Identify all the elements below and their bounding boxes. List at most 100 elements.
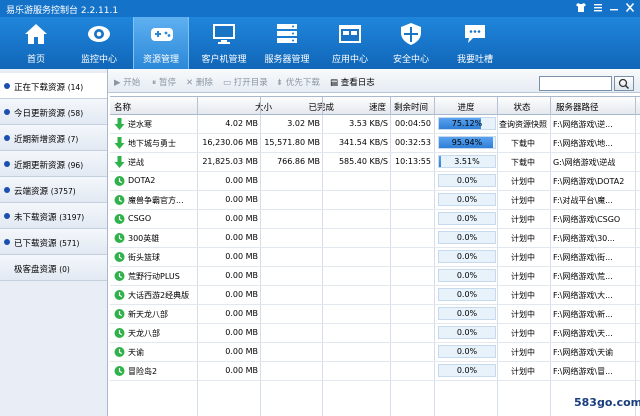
col-header-speed[interactable]: 速度	[338, 101, 386, 113]
home-icon	[25, 24, 47, 44]
progress-bar: 0.0%	[438, 250, 496, 263]
nav-client[interactable]: 客户机管理	[196, 17, 252, 69]
sidebar-item-geek-disk[interactable]: 极客盘资源 (0)	[0, 255, 107, 281]
cell-size: 0.00 MB	[225, 366, 258, 375]
cell-done: 766.86 MB	[277, 157, 320, 166]
table-row[interactable]: 魔兽争霸官方... 0.00 MB 0.0% 计划中 F:\对战平台\魔...	[110, 191, 640, 210]
cell-remaining: 00:32:53	[395, 138, 431, 147]
chat-bubble-icon	[465, 25, 485, 43]
cell-name: 新天龙八部	[128, 310, 168, 319]
table-row[interactable]: 逆水寒 4.02 MB 3.02 MB 3.53 KB/S 00:04:50 75.12%…	[110, 115, 640, 134]
col-header-size[interactable]: 大小	[220, 101, 272, 113]
cell-name: 冒险岛2	[128, 367, 158, 376]
cell-path: F:\网络游戏\30...	[553, 234, 615, 243]
table-row[interactable]: CSGO 0.00 MB 0.0% 计划中 F:\网络游戏\CSGO	[110, 210, 640, 229]
nav-app[interactable]: 应用中心	[322, 17, 378, 69]
cell-size: 0.00 MB	[225, 309, 258, 318]
col-header-name[interactable]: 名称	[114, 101, 131, 113]
cell-path: F:\网络游戏\冒...	[553, 367, 613, 376]
cell-status: 计划中	[511, 215, 535, 224]
cell-speed: 341.54 KB/S	[338, 138, 388, 147]
cell-status: 计划中	[511, 196, 535, 205]
nav-app-label: 应用中心	[331, 55, 368, 65]
nav-server[interactable]: 服务器管理	[259, 17, 315, 69]
sidebar-item-not-downloaded[interactable]: 未下载资源 (3197)	[0, 203, 107, 229]
clock-icon	[114, 347, 125, 357]
cell-name: CSGO	[128, 214, 152, 223]
col-header-progress[interactable]: 进度	[437, 101, 495, 113]
progress-text: 0.0%	[456, 252, 478, 261]
priority-download-button[interactable]: ⇟ 优先下载	[276, 76, 320, 88]
download-table: 名称 大小 已完成 速度 剩余时间 进度 状态 服务器路径 逆水寒 4.02 MB…	[110, 96, 640, 416]
cell-status: 计划中	[511, 234, 535, 243]
progress-text: 0.0%	[456, 290, 478, 299]
cell-size: 0.00 MB	[225, 328, 258, 337]
table-row[interactable]: 荒野行动PLUS 0.00 MB 0.0% 计划中 F:\网络游戏\荒...	[110, 267, 640, 286]
cell-name: 地下城与勇士	[128, 139, 176, 148]
table-row[interactable]: 冒险岛2 0.00 MB 0.0% 计划中 F:\网络游戏\冒...	[110, 362, 640, 381]
search-input[interactable]	[539, 76, 612, 91]
progress-bar: 0.0%	[438, 364, 496, 377]
cell-size: 0.00 MB	[225, 176, 258, 185]
cell-path: F:\网络游戏\天...	[553, 329, 613, 338]
sidebar-item-recent-added[interactable]: 近期新增资源 (7)	[0, 125, 107, 151]
sidebar-item-today-updated[interactable]: 今日更新资源 (58)	[0, 99, 107, 125]
nav-security[interactable]: 安全中心	[383, 17, 439, 69]
top-navigation: 首页 监控中心 资源管理 客户机管理 服务器管理 应用中心 安全中心 我要吐槽	[0, 17, 640, 69]
app-window-icon	[339, 25, 361, 43]
cell-name: 天谕	[128, 348, 144, 357]
nav-resource[interactable]: 资源管理	[133, 17, 189, 69]
nav-home-label: 首页	[26, 55, 45, 65]
sidebar-item-downloaded[interactable]: 已下载资源 (571)	[0, 229, 107, 255]
open-dir-button[interactable]: ▭ 打开目录	[223, 76, 268, 88]
progress-text: 0.0%	[456, 271, 478, 280]
table-row[interactable]: 天谕 0.00 MB 0.0% 计划中 F:\网络游戏\天谕	[110, 343, 640, 362]
progress-text: 75.12%	[451, 119, 483, 128]
col-header-done[interactable]: 已完成	[280, 101, 334, 113]
table-row[interactable]: 新天龙八部 0.00 MB 0.0% 计划中 F:\网络游戏\新...	[110, 305, 640, 324]
nav-monitor[interactable]: 监控中心	[71, 17, 127, 69]
cell-size: 0.00 MB	[225, 195, 258, 204]
sidebar-item-label: 近期新增资源 (7)	[14, 135, 79, 145]
clock-icon	[114, 214, 125, 224]
table-row[interactable]: 大话西游2经典版 0.00 MB 0.0% 计划中 F:\网络游戏\大...	[110, 286, 640, 305]
progress-text: 0.0%	[456, 214, 478, 223]
table-row[interactable]: DOTA2 0.00 MB 0.0% 计划中 F:\网络游戏\DOTA2	[110, 172, 640, 191]
col-header-status[interactable]: 状态	[498, 101, 546, 113]
nav-home[interactable]: 首页	[8, 17, 64, 69]
eye-icon	[88, 26, 110, 42]
col-header-path[interactable]: 服务器路径	[556, 101, 599, 113]
cell-status: 下载中	[511, 158, 535, 167]
sidebar-item-recent-updated[interactable]: 近期更新资源 (96)	[0, 151, 107, 177]
nav-feedback[interactable]: 我要吐槽	[447, 17, 503, 69]
sidebar-item-cloud[interactable]: 云端资源 (3757)	[0, 177, 107, 203]
sidebar-item-downloading[interactable]: 正在下载资源 (14)	[0, 73, 107, 99]
gamepad-icon	[151, 28, 173, 41]
cell-name: 逆水寒	[128, 120, 152, 129]
clock-icon	[114, 252, 125, 262]
minimize-icon[interactable]	[607, 2, 621, 14]
menu-icon[interactable]	[591, 2, 605, 14]
col-header-remaining[interactable]: 剩余时间	[391, 101, 431, 113]
sidebar-item-label: 近期更新资源 (96)	[14, 161, 84, 171]
start-button[interactable]: ▶ 开始	[114, 76, 140, 88]
delete-button[interactable]: ✕ 删除	[186, 76, 213, 88]
cell-size: 4.02 MB	[225, 119, 258, 128]
progress-bar: 75.12%	[438, 117, 496, 130]
table-row[interactable]: 逆战 21,825.03 MB 766.86 MB 585.40 KB/S 10:13:…	[110, 153, 640, 172]
title-bar: 易乐游服务控制台 2.2.11.1	[0, 0, 640, 17]
progress-bar: 0.0%	[438, 269, 496, 282]
close-icon[interactable]	[623, 2, 637, 14]
pause-button[interactable]: ⏸ 暂停	[152, 76, 176, 88]
table-row[interactable]: 天龙八部 0.00 MB 0.0% 计划中 F:\网络游戏\天...	[110, 324, 640, 343]
table-row[interactable]: 300英雄 0.00 MB 0.0% 计划中 F:\网络游戏\30...	[110, 229, 640, 248]
cell-path: F:\网络游戏\街...	[553, 253, 613, 262]
table-row[interactable]: 街头篮球 0.00 MB 0.0% 计划中 F:\网络游戏\街...	[110, 248, 640, 267]
view-log-button[interactable]: ▤ 查看日志	[330, 76, 375, 88]
cell-done: 15,571.80 MB	[264, 138, 320, 147]
table-row[interactable]: 地下城与勇士 16,230.06 MB 15,571.80 MB 341.54 KB/…	[110, 134, 640, 153]
cell-name: 逆战	[128, 158, 144, 167]
search-button[interactable]	[614, 76, 634, 91]
shirt-skin-icon[interactable]	[574, 2, 588, 14]
sidebar-item-label: 未下载资源 (3197)	[14, 213, 85, 223]
